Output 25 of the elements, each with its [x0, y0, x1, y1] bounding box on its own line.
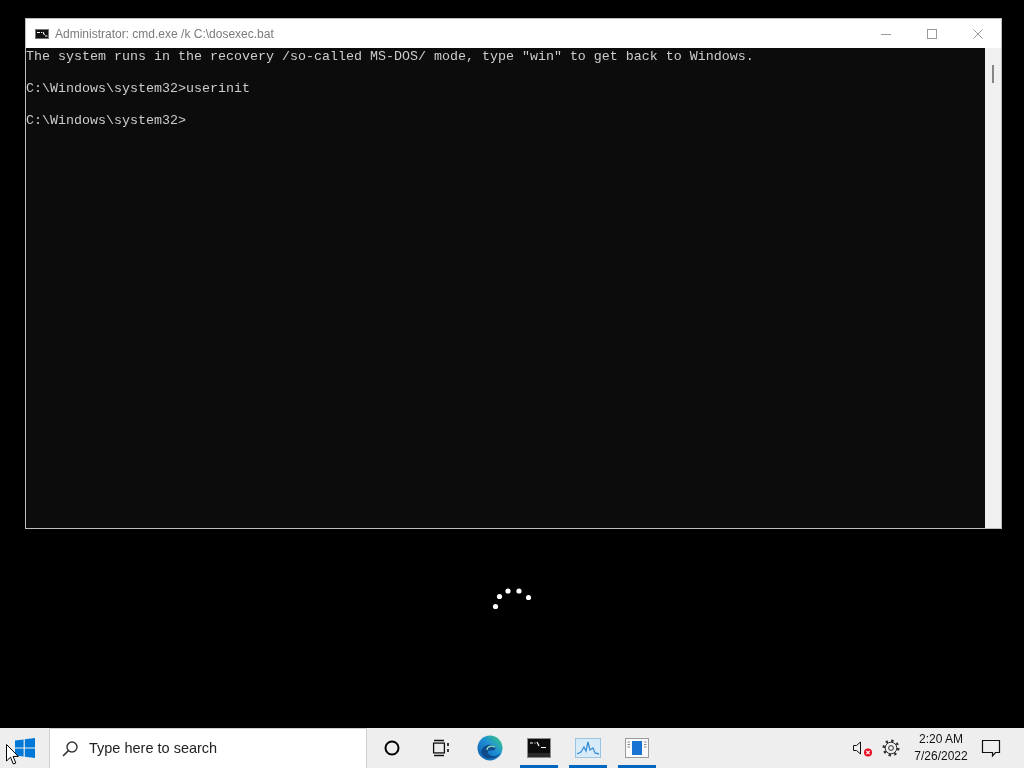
- console-line: C:\Windows\system32>: [26, 113, 187, 129]
- terminal-icon: [526, 738, 551, 758]
- stacked-windows-icon: [431, 739, 450, 757]
- swirl-icon: [476, 735, 503, 761]
- speech-bubble-icon: [981, 738, 1001, 758]
- clock-time[interactable]: 2:20 AM: [919, 731, 963, 748]
- terminal-icon: [35, 28, 49, 39]
- console-line: The system runs in the recovery /so-called MS-DOS/ mode, type "win" to get back to Windows.: [26, 49, 755, 65]
- chart-window-icon: [574, 738, 601, 758]
- search-input[interactable]: Type here to search: [89, 737, 229, 760]
- window-title: Administrator: cmd.exe /k C:\dosexec.bat: [55, 25, 274, 43]
- window-panes-icon: [14, 738, 35, 758]
- maximize-icon: [927, 28, 937, 39]
- search-bar[interactable]: Type here to search: [49, 728, 367, 768]
- close-icon: [973, 28, 983, 39]
- console-line: C:\Windows\system32>userinit: [26, 81, 251, 97]
- window-panel-icon: [624, 738, 649, 758]
- search-icon: [62, 740, 78, 757]
- clock-date[interactable]: 7/26/2022: [914, 748, 968, 765]
- scrollbar[interactable]: [985, 48, 1001, 528]
- ring-icon: [383, 740, 400, 756]
- scrollbar-thumb[interactable]: [992, 65, 994, 83]
- mouse-pointer-icon: [6, 744, 19, 765]
- gear-icon: [882, 739, 900, 757]
- loading-spinner-icon: [492, 588, 532, 610]
